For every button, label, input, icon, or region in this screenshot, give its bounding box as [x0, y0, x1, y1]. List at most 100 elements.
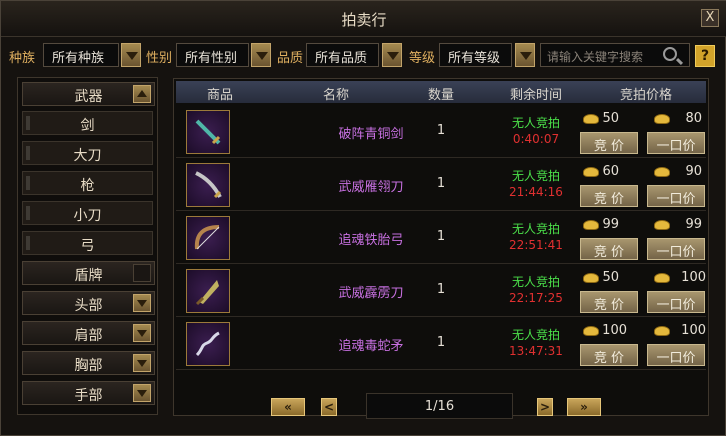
- level-dropdown-arrow[interactable]: [515, 43, 535, 67]
- time-remaining: 0:40:07: [512, 132, 560, 146]
- item-qty: 1: [436, 229, 446, 244]
- filter-label-gender: 性别: [146, 51, 173, 66]
- buyout-price: 80: [685, 111, 702, 126]
- bid-status: 无人竞拍: [511, 275, 560, 289]
- bid-button[interactable]: 竞 价: [580, 344, 638, 366]
- expand-down-icon[interactable]: [133, 324, 151, 342]
- bid-price: 99: [602, 217, 619, 232]
- category-head[interactable]: 头部: [22, 291, 155, 315]
- category-shield-label: 盾牌: [74, 268, 103, 284]
- table-row[interactable]: 追魂铁胎弓 1 无人竞拍 22:51:41 99 99 竞 价 一口价: [176, 212, 706, 264]
- buyout-button[interactable]: 一口价: [647, 238, 705, 260]
- header-qty: 数量: [427, 88, 454, 103]
- time-remaining: 22:17:25: [509, 291, 563, 305]
- time-remaining: 21:44:16: [509, 185, 563, 199]
- gold-ingot-icon: [654, 273, 670, 283]
- race-dropdown-arrow[interactable]: [121, 43, 141, 67]
- buyout-price: 90: [685, 164, 702, 179]
- filter-label-race: 种族: [9, 51, 36, 66]
- item-qty: 1: [436, 123, 446, 138]
- auction-table: 商品 名称 数量 剩余时间 竞拍价格 破阵青铜剑 1 无人竞拍 0:40:07 …: [173, 78, 709, 416]
- help-button[interactable]: ?: [695, 45, 715, 67]
- close-button[interactable]: X: [701, 9, 719, 27]
- table-row[interactable]: 追魂毒蛇矛 1 无人竞拍 13:47:31 100 100 竞 价 一口价: [176, 318, 706, 370]
- quality-dropdown-arrow[interactable]: [382, 43, 402, 67]
- header-name: 名称: [322, 88, 349, 103]
- time-remaining: 13:47:31: [509, 344, 563, 358]
- gender-dropdown-arrow[interactable]: [251, 43, 271, 67]
- category-shield[interactable]: 盾牌: [22, 261, 155, 285]
- table-header: 商品 名称 数量 剩余时间 竞拍价格: [176, 81, 706, 103]
- prev-page-button[interactable]: <: [321, 398, 337, 416]
- bid-status: 无人竞拍: [511, 328, 560, 342]
- subcategory-saber[interactable]: 大刀: [22, 141, 153, 165]
- bid-button[interactable]: 竞 价: [580, 291, 638, 313]
- first-page-button[interactable]: «: [271, 398, 305, 416]
- title-bar: 拍卖行 X: [1, 1, 726, 37]
- filter-level-select[interactable]: 所有等级: [439, 43, 512, 67]
- next-page-button[interactable]: >: [537, 398, 553, 416]
- filter-quality-select[interactable]: 所有品质: [306, 43, 379, 67]
- filter-race-select[interactable]: 所有种族: [43, 43, 119, 67]
- item-qty: 1: [436, 282, 446, 297]
- expand-down-icon[interactable]: [133, 354, 151, 372]
- buyout-button[interactable]: 一口价: [647, 132, 705, 154]
- pagination: « < 1/16 > »: [1, 393, 726, 423]
- last-page-button[interactable]: »: [567, 398, 601, 416]
- filter-label-level: 等级: [409, 51, 436, 66]
- item-qty: 1: [436, 176, 446, 191]
- buyout-price: 100: [681, 270, 706, 285]
- time-remaining: 22:51:41: [509, 238, 563, 252]
- bow-icon: [186, 216, 230, 260]
- gold-ingot-icon: [654, 326, 670, 336]
- gold-ingot-icon: [654, 167, 670, 177]
- search-icon[interactable]: [663, 47, 677, 61]
- category-sidebar: 武器 剑 大刀 枪 小刀 弓 盾牌 头部 肩部 胸部 手部: [17, 77, 158, 415]
- header-price: 竞拍价格: [619, 88, 672, 103]
- subcategory-dagger[interactable]: 小刀: [22, 201, 153, 225]
- item-qty: 1: [436, 335, 446, 350]
- header-item: 商品: [206, 88, 233, 103]
- bid-status: 无人竞拍: [511, 222, 560, 236]
- category-chest[interactable]: 胸部: [22, 351, 155, 375]
- subcategory-bow[interactable]: 弓: [22, 231, 153, 255]
- category-chest-label: 胸部: [74, 358, 103, 374]
- buyout-price: 100: [681, 323, 706, 338]
- category-weapons[interactable]: 武器: [22, 82, 155, 106]
- gold-ingot-icon: [654, 114, 670, 124]
- saber-icon: [186, 163, 230, 207]
- category-weapons-label: 武器: [74, 89, 103, 105]
- bid-price: 50: [602, 270, 619, 285]
- table-row[interactable]: 武威雁翎刀 1 无人竞拍 21:44:16 60 90 竞 价 一口价: [176, 159, 706, 211]
- gold-ingot-icon: [654, 220, 670, 230]
- buyout-button[interactable]: 一口价: [647, 185, 705, 207]
- subcategory-sword[interactable]: 剑: [22, 111, 153, 135]
- buyout-button[interactable]: 一口价: [647, 344, 705, 366]
- category-head-label: 头部: [74, 298, 103, 314]
- category-shoulder[interactable]: 肩部: [22, 321, 155, 345]
- bid-button[interactable]: 竞 价: [580, 238, 638, 260]
- bid-price: 60: [602, 164, 619, 179]
- spear-icon: [186, 322, 230, 366]
- filter-label-quality: 品质: [277, 51, 304, 66]
- header-time: 剩余时间: [509, 88, 562, 103]
- buyout-price: 99: [685, 217, 702, 232]
- bid-button[interactable]: 竞 价: [580, 185, 638, 207]
- expand-down-icon[interactable]: [133, 294, 151, 312]
- collapse-up-icon[interactable]: [133, 85, 151, 103]
- empty-toggle: [133, 264, 151, 282]
- bid-price: 100: [602, 323, 627, 338]
- bid-button[interactable]: 竞 价: [580, 132, 638, 154]
- category-shoulder-label: 肩部: [74, 328, 103, 344]
- bid-price: 50: [602, 111, 619, 126]
- window-title: 拍卖行: [341, 11, 387, 29]
- bid-status: 无人竞拍: [511, 116, 560, 130]
- filter-gender-select[interactable]: 所有性别: [176, 43, 249, 67]
- table-row[interactable]: 武威霹雳刀 1 无人竞拍 22:17:25 50 100 竞 价 一口价: [176, 265, 706, 317]
- subcategory-spear[interactable]: 枪: [22, 171, 153, 195]
- sword-icon: [186, 110, 230, 154]
- buyout-button[interactable]: 一口价: [647, 291, 705, 313]
- table-row[interactable]: 破阵青铜剑 1 无人竞拍 0:40:07 50 80 竞 价 一口价: [176, 106, 706, 158]
- bid-status: 无人竞拍: [511, 169, 560, 183]
- auction-window: 拍卖行 X 种族 所有种族 性别 所有性别 品质 所有品质 等级 所有等级 请输…: [0, 0, 726, 436]
